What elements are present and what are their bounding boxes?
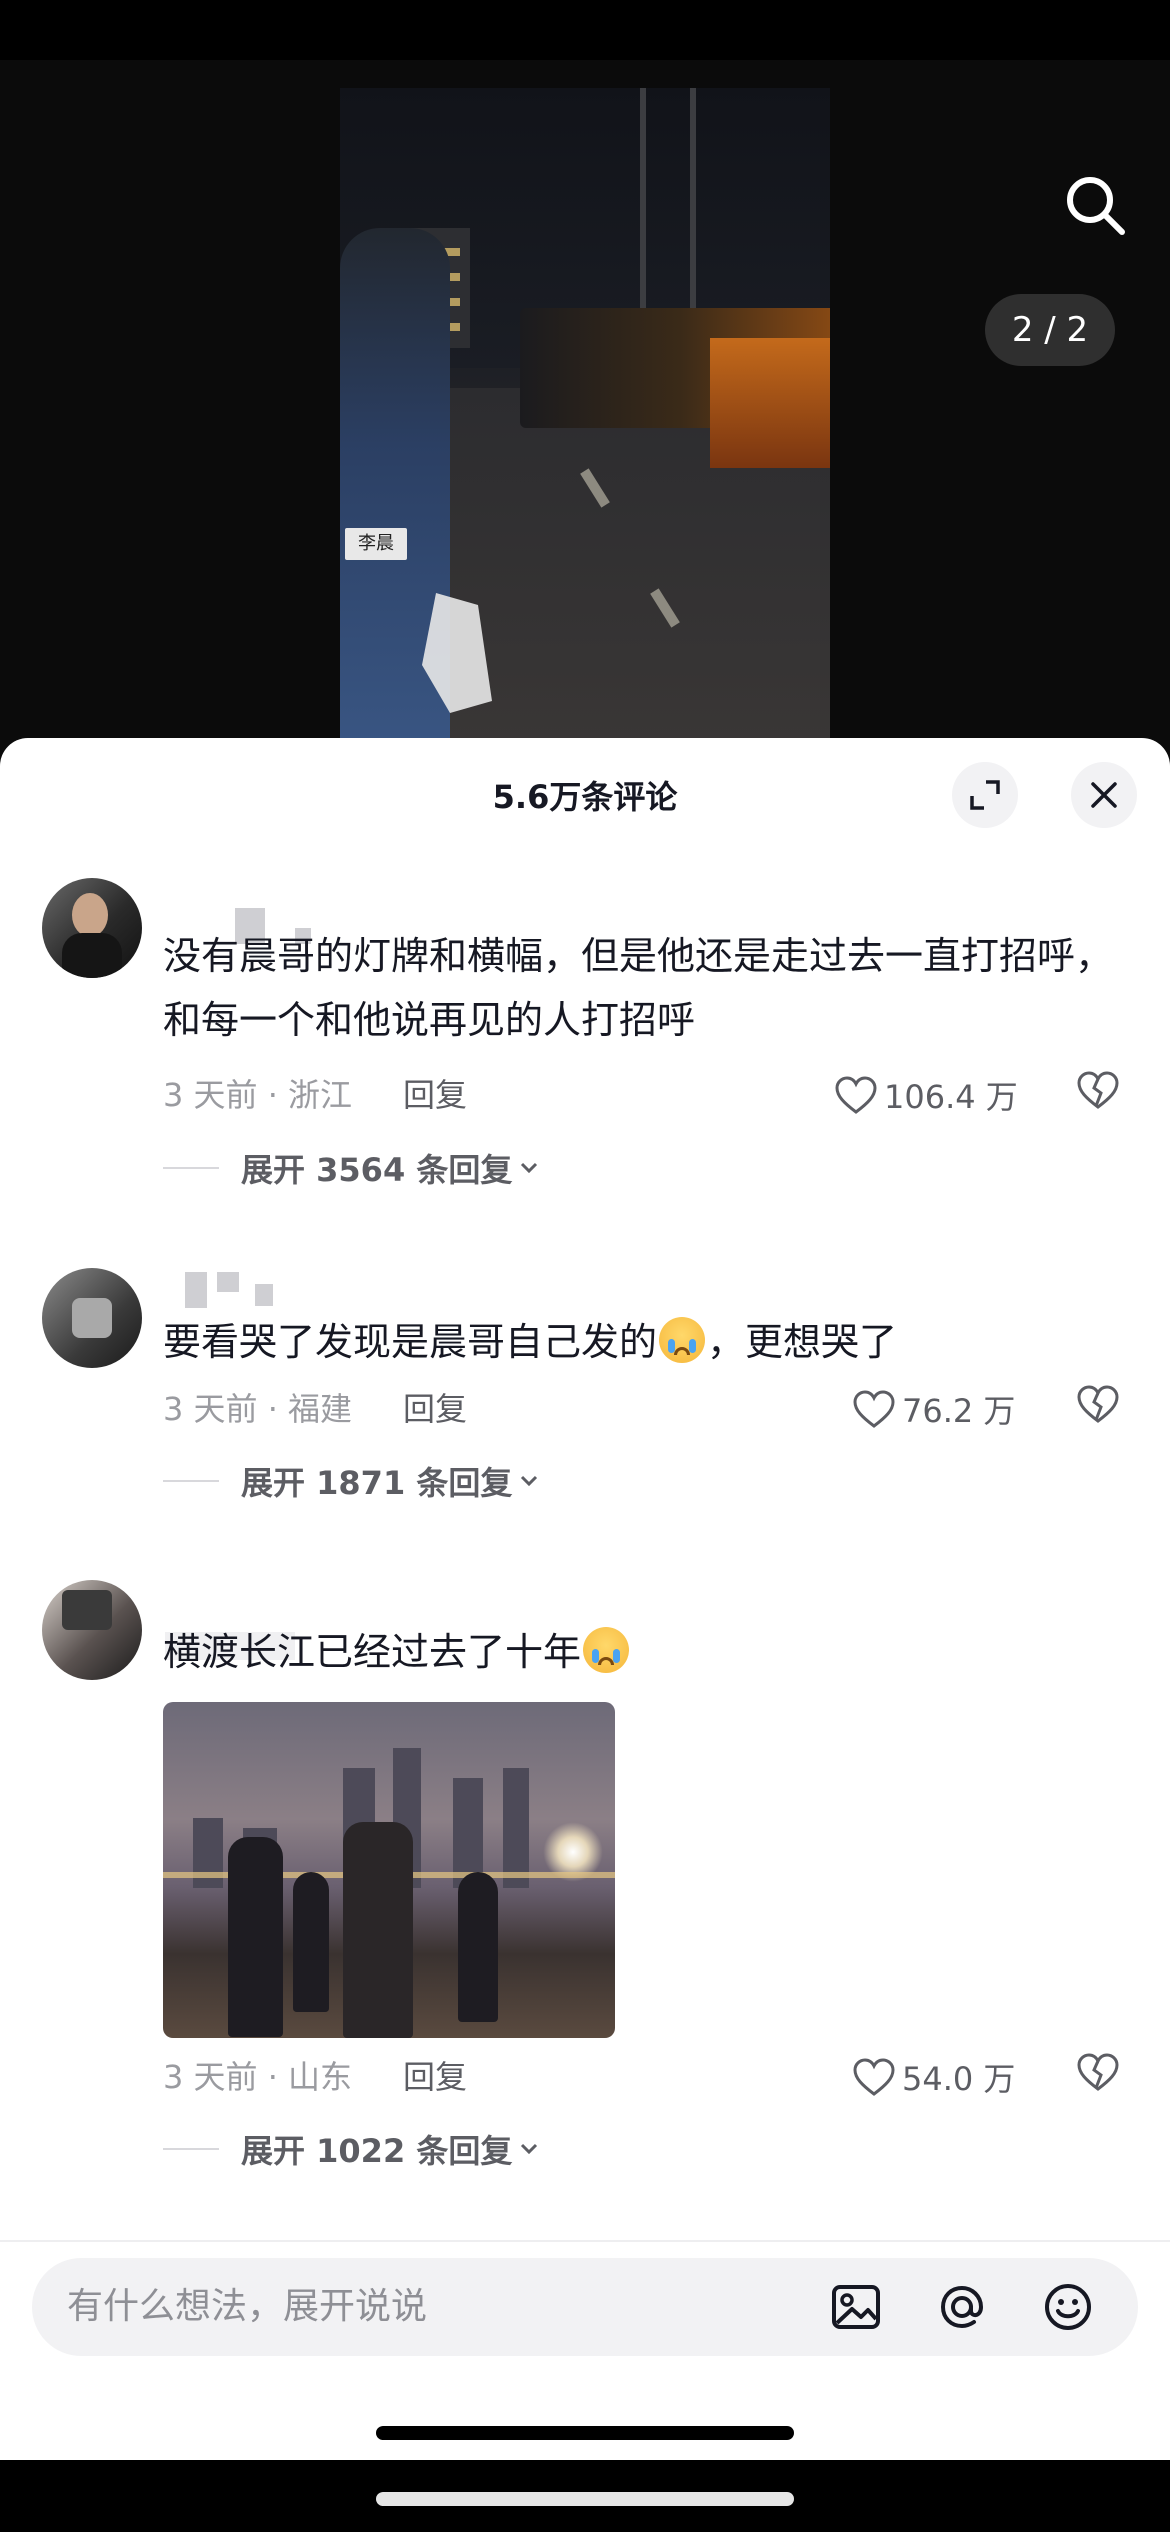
like-count: 54.0 万 — [902, 2060, 1016, 2098]
page-indicator: 2 / 2 — [985, 294, 1115, 366]
search-icon[interactable] — [1060, 170, 1130, 240]
dislike-button[interactable] — [1076, 1070, 1126, 1120]
avatar[interactable] — [42, 878, 142, 978]
comment-image[interactable] — [163, 1702, 615, 2038]
comments-sheet: 5.6万条评论 没有晨哥的灯牌和横幅，但是他还是走过去一直打招呼，和每一个和他说… — [0, 738, 1170, 2460]
heart-icon — [853, 1390, 895, 1428]
image-icon[interactable] — [828, 2279, 884, 2335]
sheet-header: 5.6万条评论 — [0, 738, 1170, 848]
like-button[interactable]: 54.0 万 — [852, 2052, 1015, 2102]
name-tag: 李晨 — [345, 528, 407, 560]
expand-replies-button[interactable]: 展开 3564 条回复 — [163, 1143, 542, 1193]
comment-meta: 3 天前 · 福建 回复 — [163, 1384, 467, 1434]
like-button[interactable]: 76.2 万 — [852, 1384, 1015, 1434]
chevron-down-icon — [521, 1475, 538, 1487]
avatar[interactable] — [42, 1268, 142, 1368]
home-indicator[interactable] — [376, 2426, 794, 2440]
heart-icon — [853, 2058, 895, 2096]
dislike-button[interactable] — [1076, 1384, 1126, 1434]
avatar[interactable] — [42, 1580, 142, 1680]
person-figure: 李晨 — [340, 228, 450, 768]
reply-button[interactable]: 回复 — [403, 1070, 467, 1120]
home-indicator-secondary[interactable] — [376, 2492, 794, 2506]
username-blurred[interactable] — [165, 1272, 285, 1312]
comment-text: 要看哭了发现是晨哥自己发的 ，更想哭了 — [163, 1310, 1123, 1374]
comment-input-placeholder: 有什么想法，展开说说 — [67, 2286, 428, 2327]
time-location: 3 天前 · 福建 — [163, 1390, 353, 1428]
expand-replies-label: 展开 1871 条回复 — [241, 1464, 513, 1502]
time-location: 3 天前 · 浙江 — [163, 1076, 353, 1114]
expand-button[interactable] — [952, 762, 1018, 828]
heart-icon — [835, 1076, 877, 1114]
comment-meta: 3 天前 · 浙江 回复 — [163, 1070, 467, 1120]
like-button[interactable]: 106.4 万 — [834, 1070, 1018, 1120]
at-icon[interactable] — [934, 2279, 990, 2335]
expand-replies-label: 展开 1022 条回复 — [241, 2132, 513, 2170]
expand-replies-button[interactable]: 展开 1871 条回复 — [163, 1456, 542, 1506]
screen: 李晨 2 / 2 5.6万条评论 没有晨哥的灯牌和横幅，但是他还是走过去一直打招… — [0, 0, 1170, 2532]
crying-emoji-icon — [659, 1317, 706, 1363]
crying-emoji-icon — [583, 1627, 630, 1673]
time-location: 3 天前 · 山东 — [163, 2058, 353, 2096]
video-frame[interactable]: 李晨 — [340, 88, 830, 768]
reply-button[interactable]: 回复 — [403, 1384, 467, 1434]
expand-icon — [970, 780, 1000, 810]
emoji-icon[interactable] — [1040, 2279, 1096, 2335]
like-count: 76.2 万 — [902, 1392, 1016, 1430]
close-button[interactable] — [1071, 762, 1137, 828]
dislike-button[interactable] — [1076, 2052, 1126, 2102]
close-icon — [1091, 782, 1117, 808]
video-player[interactable]: 李晨 2 / 2 — [0, 60, 1170, 768]
comment-input[interactable]: 有什么想法，展开说说 — [32, 2258, 1138, 2356]
broken-heart-icon — [1077, 1385, 1119, 1423]
broken-heart-icon — [1077, 1071, 1119, 1109]
comment-text: 没有晨哥的灯牌和横幅，但是他还是走过去一直打招呼，和每一个和他说再见的人打招呼 — [163, 934, 1114, 1042]
expand-replies-label: 展开 3564 条回复 — [241, 1151, 513, 1189]
reply-button[interactable]: 回复 — [403, 2052, 467, 2102]
expand-replies-button[interactable]: 展开 1022 条回复 — [163, 2124, 542, 2174]
comment-meta: 3 天前 · 山东 回复 — [163, 2052, 467, 2102]
chevron-down-icon — [521, 1162, 538, 1174]
chevron-down-icon — [521, 2143, 538, 2155]
comment-text: 横渡长江已经过去了十年 — [163, 1620, 1123, 1684]
like-count: 106.4 万 — [884, 1078, 1018, 1116]
broken-heart-icon — [1077, 2053, 1119, 2091]
